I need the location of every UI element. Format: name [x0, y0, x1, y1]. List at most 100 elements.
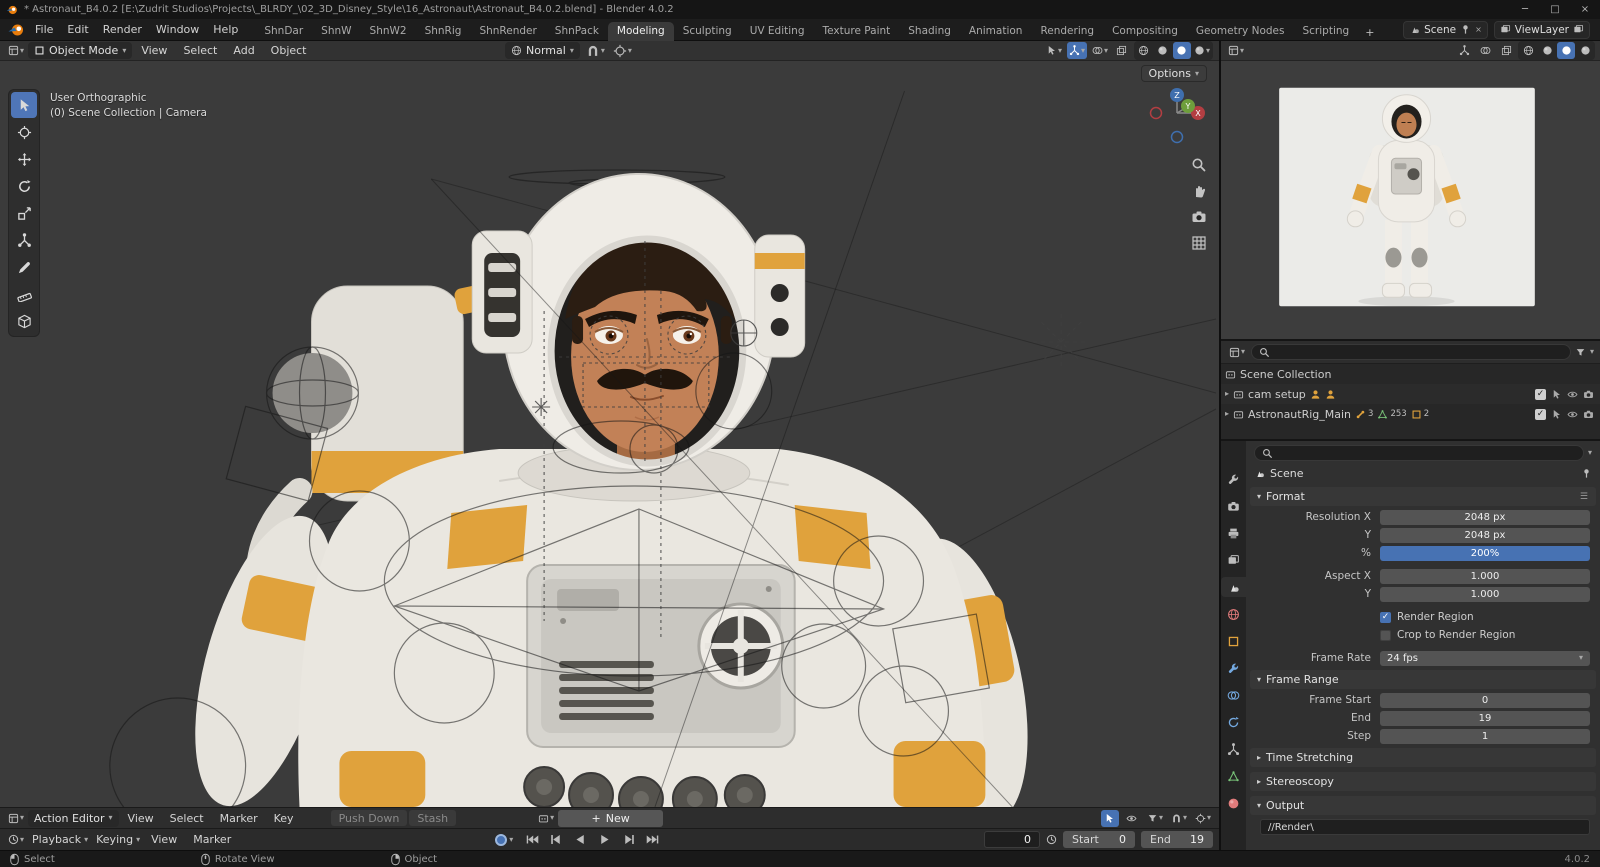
- ds-menu-select[interactable]: Select: [163, 811, 211, 826]
- section-output[interactable]: ▾ Output: [1250, 796, 1596, 815]
- resolution-percentage-slider[interactable]: 200%: [1380, 545, 1590, 561]
- tl-menu-view[interactable]: View: [144, 832, 184, 847]
- viewport-canvas[interactable]: User Orthographic (0) Scene Collection |…: [0, 61, 1219, 807]
- tool-scale[interactable]: [11, 200, 37, 226]
- tab-object-data[interactable]: [1221, 766, 1246, 786]
- copy-icon[interactable]: [1573, 24, 1584, 35]
- show-gizmo-toggle[interactable]: ▾: [1066, 42, 1087, 59]
- cam-overlays-toggle[interactable]: [1476, 42, 1494, 59]
- tool-move[interactable]: [11, 146, 37, 172]
- tool-add-cube[interactable]: [11, 308, 37, 334]
- eye-icon[interactable]: [1567, 409, 1578, 420]
- workspace-tab-sculpting[interactable]: Sculpting: [674, 22, 741, 41]
- selectable-icon[interactable]: [1551, 389, 1562, 400]
- menu-add[interactable]: Add: [226, 43, 261, 58]
- tab-render[interactable]: [1221, 496, 1246, 516]
- ds-proportional-dropdown[interactable]: ▾: [1193, 810, 1213, 827]
- auto-keying-toggle[interactable]: [495, 833, 508, 846]
- playback-menu[interactable]: Playback ▾: [28, 831, 90, 848]
- output-path-field[interactable]: //Render\: [1260, 819, 1590, 835]
- camera-render-icon[interactable]: [1583, 409, 1594, 420]
- mode-dropdown[interactable]: Object Mode ▾: [28, 42, 133, 59]
- outliner-display-mode-dropdown[interactable]: ▾: [1227, 344, 1247, 361]
- tool-select-box[interactable]: [11, 92, 37, 118]
- xray-toggle[interactable]: [1113, 42, 1131, 59]
- frame-end-field[interactable]: 19: [1380, 710, 1590, 726]
- tool-annotate[interactable]: [11, 254, 37, 280]
- workspace-tab-geometry-nodes[interactable]: Geometry Nodes: [1187, 22, 1294, 41]
- options-popover-button[interactable]: Options ▾: [1140, 65, 1207, 82]
- workspace-tab-compositing[interactable]: Compositing: [1103, 22, 1187, 41]
- tool-transform[interactable]: [11, 227, 37, 253]
- expand-icon[interactable]: ▸: [1225, 410, 1229, 418]
- eye-icon[interactable]: [1567, 389, 1578, 400]
- shading-solid-button[interactable]: [1154, 42, 1172, 59]
- expand-icon[interactable]: ▸: [1225, 390, 1229, 398]
- checkbox-unchecked[interactable]: [1380, 629, 1391, 641]
- navigation-gizmo[interactable]: Z X Y: [1145, 87, 1209, 151]
- menu-view[interactable]: View: [134, 43, 174, 58]
- play-button[interactable]: [593, 831, 615, 848]
- menu-window[interactable]: Window: [149, 21, 206, 38]
- snap-toggle[interactable]: ▾: [584, 42, 607, 59]
- workspace-tab-modeling[interactable]: Modeling: [607, 21, 674, 41]
- play-reverse-button[interactable]: [569, 831, 591, 848]
- blender-logo[interactable]: [8, 22, 24, 38]
- previous-keyframe-button[interactable]: [545, 831, 567, 848]
- push-down-button[interactable]: Push Down: [330, 810, 408, 826]
- checkbox-checked[interactable]: ✓: [1380, 611, 1391, 623]
- pin-icon[interactable]: [1460, 24, 1471, 35]
- tab-physics[interactable]: [1221, 712, 1246, 732]
- frame-start-field[interactable]: Start 0: [1063, 831, 1135, 848]
- tab-constraints[interactable]: [1221, 739, 1246, 759]
- ds-snap-dropdown[interactable]: ▾: [1169, 810, 1189, 827]
- section-stereoscopy[interactable]: ▸ Stereoscopy: [1250, 772, 1596, 791]
- zoom-icon[interactable]: [1191, 157, 1207, 173]
- workspace-tab-shnrig[interactable]: ShnRig: [416, 22, 471, 41]
- workspace-tab-shnpack[interactable]: ShnPack: [546, 22, 608, 41]
- current-frame-field[interactable]: 0: [984, 831, 1040, 848]
- outliner-row-scene-collection[interactable]: Scene Collection: [1221, 364, 1600, 384]
- workspace-tab-shnw2[interactable]: ShnW2: [361, 22, 416, 41]
- crop-region-checkbox-row[interactable]: Crop to Render Region: [1380, 629, 1515, 641]
- only-selected-toggle[interactable]: [1100, 809, 1119, 827]
- minimize-button[interactable]: ─: [1510, 0, 1540, 19]
- tab-world[interactable]: [1221, 604, 1246, 624]
- workspace-tab-shndar[interactable]: ShnDar: [255, 22, 312, 41]
- workspace-tab-rendering[interactable]: Rendering: [1031, 22, 1103, 41]
- jump-to-start-button[interactable]: [521, 831, 543, 848]
- ds-menu-marker[interactable]: Marker: [213, 811, 265, 826]
- timeline-editor-type-dropdown[interactable]: ▾: [6, 831, 26, 848]
- camera-preview-canvas[interactable]: [1221, 61, 1600, 339]
- menu-object[interactable]: Object: [264, 43, 314, 58]
- tab-particles[interactable]: [1221, 685, 1246, 705]
- tab-output[interactable]: [1221, 523, 1246, 543]
- tab-tool[interactable]: [1221, 469, 1246, 489]
- ds-menu-key[interactable]: Key: [267, 811, 301, 826]
- workspace-tab-scripting[interactable]: Scripting: [1293, 22, 1358, 41]
- tool-rotate[interactable]: [11, 173, 37, 199]
- shading-material-button[interactable]: [1172, 42, 1191, 59]
- tab-scene[interactable]: [1221, 577, 1246, 597]
- action-browse-dropdown[interactable]: ▾: [536, 810, 556, 827]
- cam-editor-type-dropdown[interactable]: ▾: [1226, 42, 1246, 59]
- new-action-button[interactable]: + New: [558, 809, 664, 827]
- menu-render[interactable]: Render: [96, 21, 149, 38]
- pan-hand-icon[interactable]: [1191, 183, 1207, 199]
- section-options-icon[interactable]: ☰: [1580, 492, 1589, 502]
- scene-selector[interactable]: Scene ×: [1403, 20, 1488, 39]
- aspect-y-field[interactable]: 1.000: [1380, 586, 1590, 602]
- outliner-row-astronaut-rig[interactable]: ▸ AstronautRig_Main 3 253 2 ✓: [1221, 404, 1600, 424]
- cam-shading-rendered[interactable]: [1576, 42, 1594, 59]
- editor-type-dropdown[interactable]: ▾: [6, 42, 26, 59]
- section-format[interactable]: ▾ Format ☰: [1250, 487, 1596, 506]
- unlink-scene-icon[interactable]: ×: [1475, 25, 1482, 34]
- cam-gizmo-toggle[interactable]: [1455, 42, 1473, 59]
- cam-shading-material[interactable]: [1557, 42, 1575, 59]
- tab-object[interactable]: [1221, 631, 1246, 651]
- tab-view-layer[interactable]: [1221, 550, 1246, 570]
- frame-end-field[interactable]: End 19: [1141, 831, 1213, 848]
- cam-shading-solid[interactable]: [1538, 42, 1556, 59]
- pin-icon[interactable]: [1581, 468, 1592, 479]
- workspace-tab-uv-editing[interactable]: UV Editing: [741, 22, 814, 41]
